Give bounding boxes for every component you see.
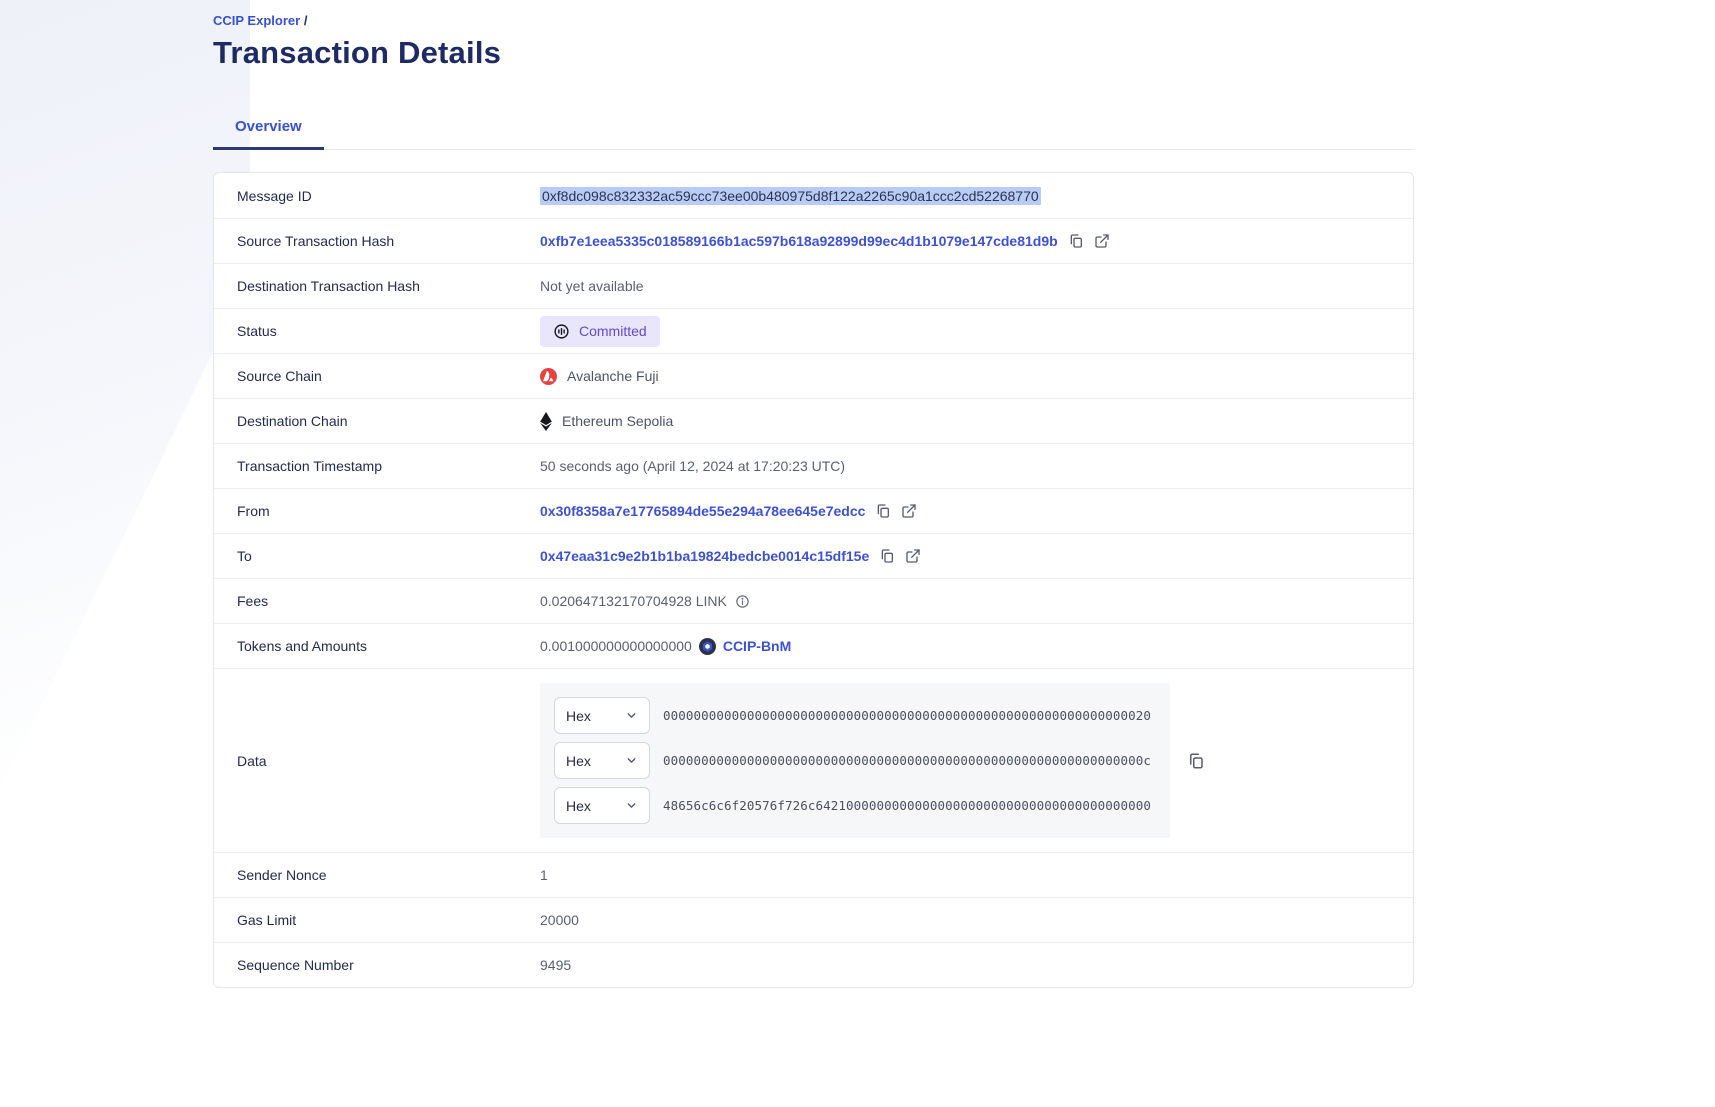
to-address-link[interactable]: 0x47eaa31c9e2b1b1ba19824bedcbe0014c15df1…	[540, 548, 869, 564]
row-sender-nonce: Sender Nonce 1	[214, 852, 1413, 897]
row-label: Source Transaction Hash	[214, 233, 540, 249]
row-tokens-and-amounts: Tokens and Amounts 0.001000000000000000 …	[214, 623, 1413, 668]
transaction-details-card: Message ID 0xf8dc098c832332ac59ccc73ee00…	[213, 172, 1414, 988]
fees-value: 0.020647132170704928 LINK	[540, 593, 727, 609]
copy-icon[interactable]	[1068, 233, 1084, 249]
hex-format-select[interactable]: Hex	[554, 787, 650, 824]
info-icon[interactable]	[735, 594, 750, 609]
row-label: Tokens and Amounts	[214, 638, 540, 654]
avalanche-logo-icon	[540, 368, 557, 385]
row-label: Destination Chain	[214, 413, 540, 429]
row-label: Status	[214, 323, 540, 339]
from-address-link[interactable]: 0x30f8358a7e17765894de55e294a78ee645e7ed…	[540, 503, 865, 519]
gas-limit-value: 20000	[540, 912, 579, 928]
chevron-down-icon	[625, 799, 638, 812]
row-source-transaction-hash: Source Transaction Hash 0xfb7e1eea5335c0…	[214, 218, 1413, 263]
row-label: Sender Nonce	[214, 867, 540, 883]
data-hex-value: 48656c6c6f20576f726c64210000000000000000…	[663, 798, 1151, 813]
row-label: Sequence Number	[214, 957, 540, 973]
breadcrumb-ccip-explorer-link[interactable]: CCIP Explorer	[213, 13, 300, 28]
row-data: Data Hex 0000000000000000000000000000000…	[214, 668, 1413, 852]
breadcrumb: CCIP Explorer /	[213, 13, 1414, 28]
copy-icon[interactable]	[875, 503, 891, 519]
row-fees: Fees 0.020647132170704928 LINK	[214, 578, 1413, 623]
hex-format-select[interactable]: Hex	[554, 742, 650, 779]
row-source-chain: Source Chain Avalanche Fuji	[214, 353, 1413, 398]
row-transaction-timestamp: Transaction Timestamp 50 seconds ago (Ap…	[214, 443, 1413, 488]
hex-format-select[interactable]: Hex	[554, 697, 650, 734]
row-label: Source Chain	[214, 368, 540, 384]
external-link-icon[interactable]	[905, 548, 921, 564]
row-label: Fees	[214, 593, 540, 609]
chevron-down-icon	[625, 754, 638, 767]
source-chain-label: Avalanche Fuji	[567, 368, 659, 384]
copy-icon[interactable]	[879, 548, 895, 564]
source-tx-hash-link[interactable]: 0xfb7e1eea5335c018589166b1ac597b618a9289…	[540, 233, 1058, 249]
page-title: Transaction Details	[213, 35, 1414, 71]
external-link-icon[interactable]	[1094, 233, 1110, 249]
chevron-down-icon	[625, 709, 638, 722]
row-label: Message ID	[214, 188, 540, 204]
tab-bar: Overview	[213, 108, 1414, 150]
source-chain-value: Avalanche Fuji	[540, 368, 659, 385]
row-destination-transaction-hash: Destination Transaction Hash Not yet ava…	[214, 263, 1413, 308]
token-ccip-bnm-link[interactable]: CCIP-BnM	[723, 638, 791, 654]
timestamp-value: 50 seconds ago (April 12, 2024 at 17:20:…	[540, 458, 845, 474]
row-status: Status Committed	[214, 308, 1413, 353]
copy-icon[interactable]	[1187, 752, 1205, 770]
row-from: From 0x30f8358a7e17765894de55e294a78ee64…	[214, 488, 1413, 533]
breadcrumb-separator: /	[304, 13, 308, 28]
external-link-icon[interactable]	[901, 503, 917, 519]
destination-chain-value: Ethereum Sepolia	[540, 412, 673, 431]
row-label: Data	[214, 753, 540, 769]
data-hex-value: 0000000000000000000000000000000000000000…	[663, 753, 1151, 768]
data-hex-line: Hex 000000000000000000000000000000000000…	[554, 697, 1156, 734]
row-gas-limit: Gas Limit 20000	[214, 897, 1413, 942]
main-content: CCIP Explorer / Transaction Details Over…	[213, 0, 1414, 988]
data-hex-line: Hex 48656c6c6f20576f726c6421000000000000…	[554, 787, 1156, 824]
sender-nonce-value: 1	[540, 867, 548, 883]
row-label: From	[214, 503, 540, 519]
destination-chain-label: Ethereum Sepolia	[562, 413, 673, 429]
token-amount: 0.001000000000000000	[540, 638, 692, 654]
row-to: To 0x47eaa31c9e2b1b1ba19824bedcbe0014c15…	[214, 533, 1413, 578]
commit-status-icon	[553, 323, 570, 340]
row-destination-chain: Destination Chain Ethereum Sepolia	[214, 398, 1413, 443]
hex-format-select-value: Hex	[566, 753, 591, 769]
sequence-number-value: 9495	[540, 957, 571, 973]
ccip-bnm-token-icon	[699, 638, 716, 655]
row-label: Transaction Timestamp	[214, 458, 540, 474]
row-label: Destination Transaction Hash	[214, 278, 540, 294]
tab-overview[interactable]: Overview	[213, 108, 324, 149]
row-message-id: Message ID 0xf8dc098c832332ac59ccc73ee00…	[214, 173, 1413, 218]
status-badge-label: Committed	[579, 323, 647, 339]
data-hex-value: 0000000000000000000000000000000000000000…	[663, 708, 1151, 723]
hex-format-select-value: Hex	[566, 708, 591, 724]
row-label: Gas Limit	[214, 912, 540, 928]
data-hex-box: Hex 000000000000000000000000000000000000…	[540, 683, 1170, 838]
row-label: To	[214, 548, 540, 564]
destination-tx-hash-value: Not yet available	[540, 278, 644, 294]
message-id-value: 0xf8dc098c832332ac59ccc73ee00b480975d8f1…	[540, 187, 1041, 205]
row-sequence-number: Sequence Number 9495	[214, 942, 1413, 987]
ethereum-logo-icon	[540, 412, 552, 431]
hex-format-select-value: Hex	[566, 798, 591, 814]
data-hex-line: Hex 000000000000000000000000000000000000…	[554, 742, 1156, 779]
status-badge: Committed	[540, 316, 660, 347]
